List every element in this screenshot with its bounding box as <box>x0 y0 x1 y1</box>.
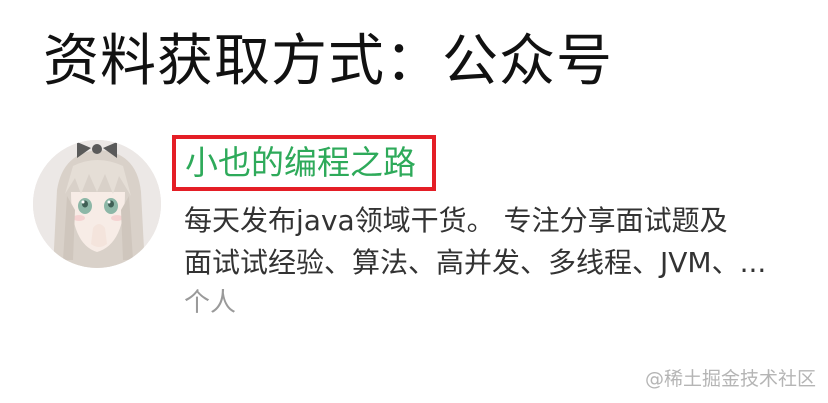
description-line-2: 面试试经验、算法、高并发、多线程、JVM、... <box>184 246 767 279</box>
page-heading: 资料获取方式：公众号 <box>43 29 613 94</box>
watermark: @稀土掘金技术社区 <box>644 368 816 390</box>
account-type: 个人 <box>184 288 237 318</box>
description-line-1: 每天发布java领域干货。 专注分享面试题及 <box>184 204 728 237</box>
account-description: 每天发布java领域干货。 专注分享面试题及 面试试经验、算法、高并发、多线程、… <box>184 200 804 284</box>
anime-avatar-image <box>33 140 161 268</box>
account-name-highlight[interactable]: 小也的编程之路 <box>172 135 436 191</box>
account-name: 小也的编程之路 <box>185 143 416 182</box>
official-account-card[interactable]: 小也的编程之路 每天发布java领域干货。 专注分享面试题及 面试试经验、算法、… <box>0 118 828 358</box>
account-avatar[interactable] <box>33 140 161 268</box>
